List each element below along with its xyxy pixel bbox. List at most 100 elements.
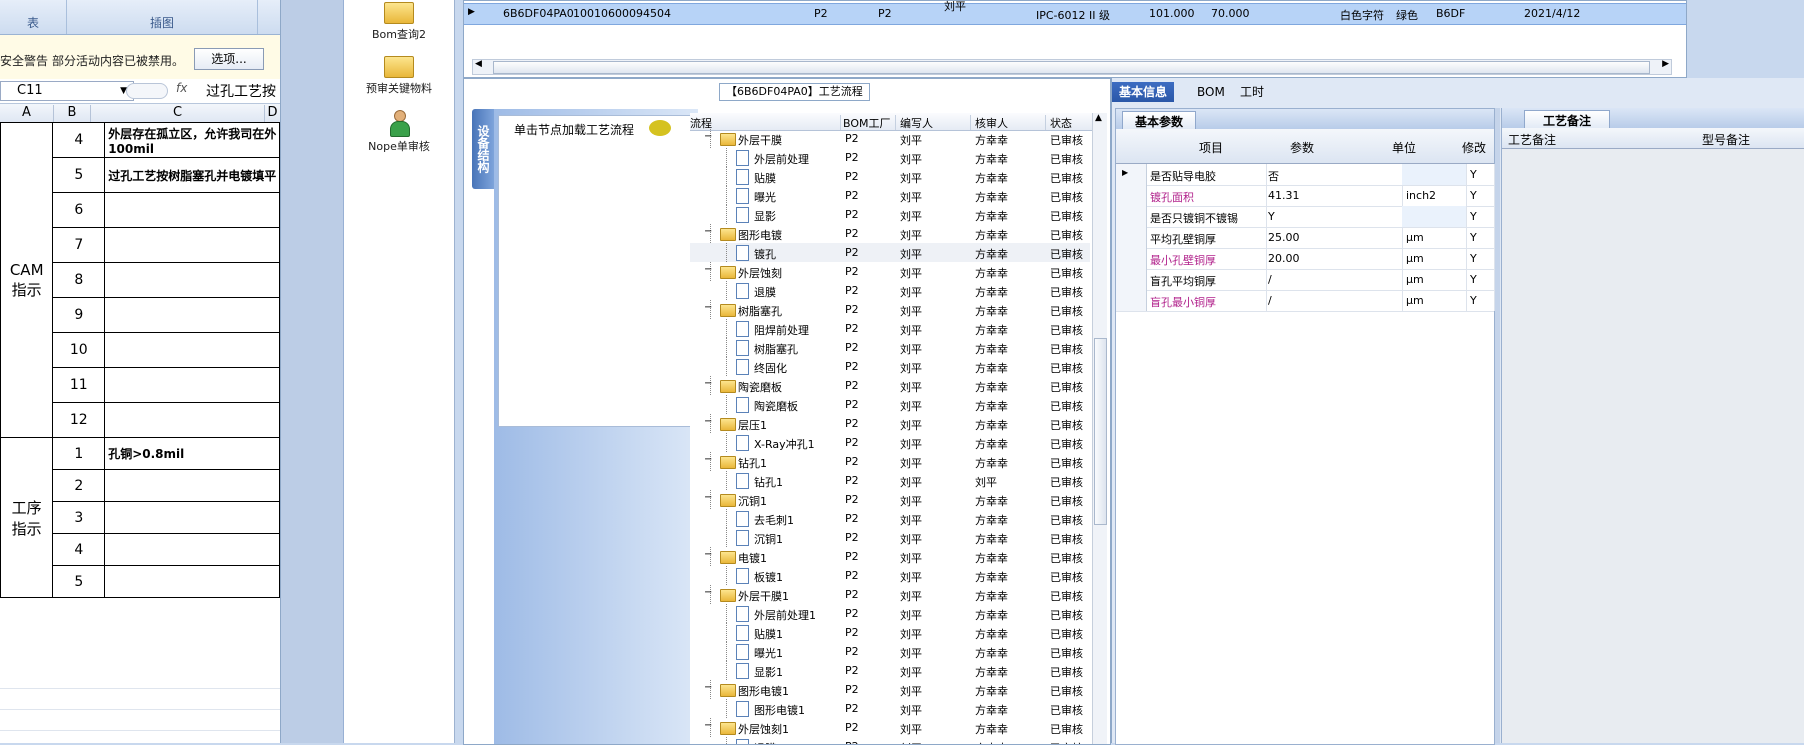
process-label[interactable]: 工序 指示 <box>0 437 54 598</box>
column-header-c[interactable]: C <box>91 105 265 122</box>
cell-number[interactable]: 11 <box>52 367 106 403</box>
insert-function-icon[interactable]: fx <box>176 81 187 95</box>
tree-row[interactable]: − 图形电镀 P2 刘平 方幸幸 已审核 <box>690 224 1090 243</box>
cell-instruction[interactable] <box>104 192 280 228</box>
tree-row[interactable]: 贴膜 P2 刘平 方幸幸 已审核 <box>690 167 1090 186</box>
collapse-toggle-icon[interactable]: − <box>704 720 712 731</box>
horizontal-scrollbar[interactable]: ◀ ▶ <box>472 59 1672 75</box>
process-tree-scrollbar[interactable]: ▲ <box>1092 113 1107 744</box>
cell-instruction[interactable]: 过孔工艺按树脂塞孔并电镀填平 <box>104 157 280 193</box>
param-row[interactable]: 最小孔壁铜厚 20.00 μm Y <box>1116 248 1495 270</box>
column-header-b[interactable]: B <box>54 105 91 122</box>
tree-row[interactable]: 陶瓷磨板 P2 刘平 方幸幸 已审核 <box>690 395 1090 414</box>
scroll-left-icon[interactable]: ◀ <box>475 59 482 69</box>
param-row[interactable]: 镀孔面积 41.31 inch2 Y <box>1116 185 1495 207</box>
tree-row[interactable]: 板镀1 P2 刘平 方幸幸 已审核 <box>690 566 1090 585</box>
cell-number[interactable]: 7 <box>52 227 106 263</box>
tab-device-structure[interactable]: 设备结构 <box>472 109 494 189</box>
tree-row[interactable]: 退膜 P2 刘平 方幸幸 已审核 <box>690 281 1090 300</box>
col-header-bom-factory[interactable]: BOM工厂 <box>841 115 896 130</box>
cam-label[interactable]: CAM 指示 <box>0 122 54 438</box>
quick-button[interactable]: Nope单审核 <box>344 110 454 154</box>
param-row[interactable]: 盲孔最小铜厚 / μm Y <box>1116 290 1495 312</box>
cell-number[interactable]: 12 <box>52 402 106 438</box>
cell-number[interactable]: 4 <box>52 122 106 158</box>
param-row[interactable]: ▶ 是否贴导电胶 否 Y <box>1116 164 1495 186</box>
collapse-toggle-icon[interactable]: − <box>704 682 712 693</box>
row-header[interactable] <box>1116 206 1147 227</box>
cell-instruction[interactable]: 外层存在孤立区，允许我司在外 100mil <box>104 122 280 158</box>
tree-row[interactable]: 去毛刺1 P2 刘平 方幸幸 已审核 <box>690 509 1090 528</box>
col-header-item[interactable]: 项目 <box>1199 139 1223 156</box>
tree-row[interactable]: − 沉铜1 P2 刘平 方幸幸 已审核 <box>690 490 1090 509</box>
ribbon-group-illustrations[interactable]: 插图 <box>67 0 258 34</box>
tree-row[interactable]: 图形电镀1 P2 刘平 方幸幸 已审核 <box>690 699 1090 718</box>
tree-row[interactable]: 外层前处理 P2 刘平 方幸幸 已审核 <box>690 148 1090 167</box>
collapse-toggle-icon[interactable]: − <box>704 416 712 427</box>
cell-number[interactable]: 2 <box>52 469 106 502</box>
tree-row[interactable]: − 外层干膜1 P2 刘平 方幸幸 已审核 <box>690 585 1090 604</box>
tree-row[interactable]: 终固化 P2 刘平 方幸幸 已审核 <box>690 357 1090 376</box>
tree-row[interactable]: 阻焊前处理 P2 刘平 方幸幸 已审核 <box>690 319 1090 338</box>
tab-bom[interactable]: BOM <box>1190 82 1232 102</box>
notes-body[interactable] <box>1502 149 1804 743</box>
col-header-value[interactable]: 参数 <box>1290 139 1314 156</box>
cell-instruction[interactable]: 孔铜>0.8mil <box>104 437 280 470</box>
collapse-toggle-icon[interactable]: − <box>704 378 712 389</box>
cell-number[interactable]: 9 <box>52 297 106 333</box>
collapse-toggle-icon[interactable]: − <box>704 131 712 142</box>
tree-row[interactable]: 镀孔 P2 刘平 方幸幸 已审核 <box>690 243 1090 262</box>
quick-button[interactable]: 预审关键物料 <box>344 56 454 96</box>
tree-row[interactable]: − 图形电镀1 P2 刘平 方幸幸 已审核 <box>690 680 1090 699</box>
col-header-flow[interactable]: 流程 <box>690 115 841 130</box>
col-header-unit[interactable]: 单位 <box>1392 139 1416 156</box>
tree-row[interactable]: − 陶瓷磨板 P2 刘平 方幸幸 已审核 <box>690 376 1090 395</box>
ribbon-group-tables[interactable]: 表 <box>0 0 67 34</box>
row-header[interactable]: ▶ <box>1116 164 1147 185</box>
cell-instruction[interactable] <box>104 262 280 298</box>
scroll-up-icon[interactable]: ▲ <box>1095 113 1102 123</box>
column-header-a[interactable]: A <box>0 105 54 122</box>
tree-row[interactable]: 沉铜1 P2 刘平 方幸幸 已审核 <box>690 528 1090 547</box>
cell-number[interactable]: 3 <box>52 501 106 534</box>
collapse-toggle-icon[interactable]: − <box>704 549 712 560</box>
tree-row[interactable]: 贴膜1 P2 刘平 方幸幸 已审核 <box>690 623 1090 642</box>
col-header-reviewer[interactable]: 核审人 <box>971 115 1046 130</box>
collapse-toggle-icon[interactable]: − <box>704 226 712 237</box>
cell-instruction[interactable] <box>104 367 280 403</box>
col-header-writer[interactable]: 编写人 <box>896 115 971 130</box>
row-header[interactable] <box>1116 185 1147 206</box>
col-header-process-note[interactable]: 工艺备注 <box>1508 131 1556 148</box>
cell-number[interactable]: 4 <box>52 533 106 566</box>
cell-instruction[interactable] <box>104 501 280 534</box>
structure-tree-card[interactable]: 单击节点加载工艺流程 <box>498 115 693 427</box>
tree-row[interactable]: − 电镀1 P2 刘平 方幸幸 已审核 <box>690 547 1090 566</box>
tab-work-hours[interactable]: 工时 <box>1233 82 1271 102</box>
row-header[interactable] <box>1116 248 1147 269</box>
cell-number[interactable]: 5 <box>52 157 106 193</box>
scrollbar-thumb[interactable] <box>1094 338 1107 525</box>
cell-number[interactable]: 1 <box>52 437 106 470</box>
cell-instruction[interactable] <box>104 402 280 438</box>
tree-row[interactable]: X-Ray冲孔1 P2 刘平 方幸幸 已审核 <box>690 433 1090 452</box>
tree-row[interactable]: − 外层干膜 P2 刘平 方幸幸 已审核 <box>690 129 1090 148</box>
cell-instruction[interactable] <box>104 565 280 598</box>
row-header[interactable] <box>1116 227 1147 248</box>
panel-splitter[interactable] <box>1495 108 1500 743</box>
tree-row[interactable]: − 钻孔1 P2 刘平 方幸幸 已审核 <box>690 452 1090 471</box>
tree-row[interactable]: − 外层蚀刻1 P2 刘平 方幸幸 已审核 <box>690 718 1090 737</box>
order-row-selected[interactable]: ▶ 6B6DF04PA0 10010600094504 P2 P2 IPC-60… <box>464 0 1686 25</box>
col-header-model-note[interactable]: 型号备注 <box>1702 131 1750 148</box>
collapse-toggle-icon[interactable]: − <box>704 587 712 598</box>
collapse-toggle-icon[interactable]: − <box>704 454 712 465</box>
cell-instruction[interactable] <box>104 227 280 263</box>
scrollbar-thumb[interactable] <box>493 61 1650 74</box>
cell-instruction[interactable] <box>104 332 280 368</box>
cell-number[interactable]: 6 <box>52 192 106 228</box>
param-row[interactable]: 平均孔壁铜厚 25.00 μm Y <box>1116 227 1495 249</box>
row-header[interactable] <box>1116 269 1147 290</box>
tree-row[interactable]: 显影 P2 刘平 方幸幸 已审核 <box>690 205 1090 224</box>
tree-row[interactable]: 曝光1 P2 刘平 方幸幸 已审核 <box>690 642 1090 661</box>
tree-row[interactable]: − 树脂塞孔 P2 刘平 方幸幸 已审核 <box>690 300 1090 319</box>
param-row[interactable]: 盲孔平均铜厚 / μm Y <box>1116 269 1495 291</box>
